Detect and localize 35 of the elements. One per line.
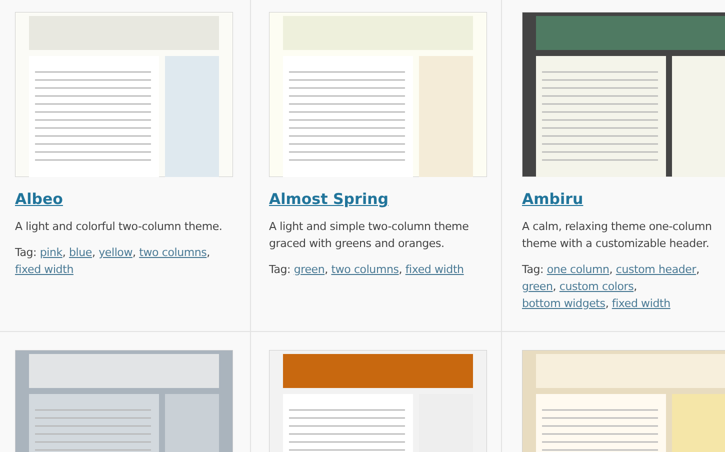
tag-separator: , xyxy=(696,263,700,276)
theme-title-link[interactable]: Albeo xyxy=(15,190,63,208)
tag-separator: , xyxy=(609,263,613,276)
tag-link[interactable]: blue xyxy=(69,246,92,259)
tag-separator: , xyxy=(92,246,96,259)
tag-link[interactable]: two columns xyxy=(331,263,399,276)
theme-title-link[interactable]: Ambiru xyxy=(522,190,584,208)
tag-link[interactable]: bottom widgets xyxy=(522,297,606,310)
tag-label: Tag: xyxy=(522,263,544,276)
tag-label: Tag: xyxy=(269,263,291,276)
theme-description: A light and colorful two-column theme. xyxy=(15,219,224,235)
theme-description: A calm, relaxing theme one-column theme with a customizable header. xyxy=(522,219,713,252)
tag-link[interactable]: yellow xyxy=(98,246,133,259)
tag-separator: , xyxy=(324,263,328,276)
tag-label: Tag: xyxy=(15,246,37,259)
theme-screenshot[interactable] xyxy=(522,12,725,177)
theme-title-link[interactable]: Almost Spring xyxy=(269,190,389,208)
tag-separator: , xyxy=(62,246,66,259)
tag-separator: , xyxy=(398,263,402,276)
tag-separator: , xyxy=(634,280,637,293)
tag-link[interactable]: fixed width xyxy=(405,263,464,276)
tag-link[interactable]: pink xyxy=(40,246,62,259)
tag-link[interactable]: custom colors xyxy=(559,280,634,293)
tag-link[interactable]: fixed width xyxy=(612,297,670,310)
tag-separator: , xyxy=(605,297,609,310)
tag-link[interactable]: green xyxy=(522,280,553,293)
tag-separator: , xyxy=(206,246,210,259)
tag-link[interactable]: one column xyxy=(546,263,610,276)
theme-description: A light and simple two-column theme graced with greens and oranges. xyxy=(269,219,470,252)
tag-link[interactable]: two columns xyxy=(139,246,207,259)
tag-link[interactable]: custom header xyxy=(616,263,696,276)
tag-link[interactable]: green xyxy=(294,263,325,276)
tag-separator: , xyxy=(132,246,136,259)
tag-link[interactable]: fixed width xyxy=(15,263,74,276)
tag-separator: , xyxy=(552,280,556,293)
